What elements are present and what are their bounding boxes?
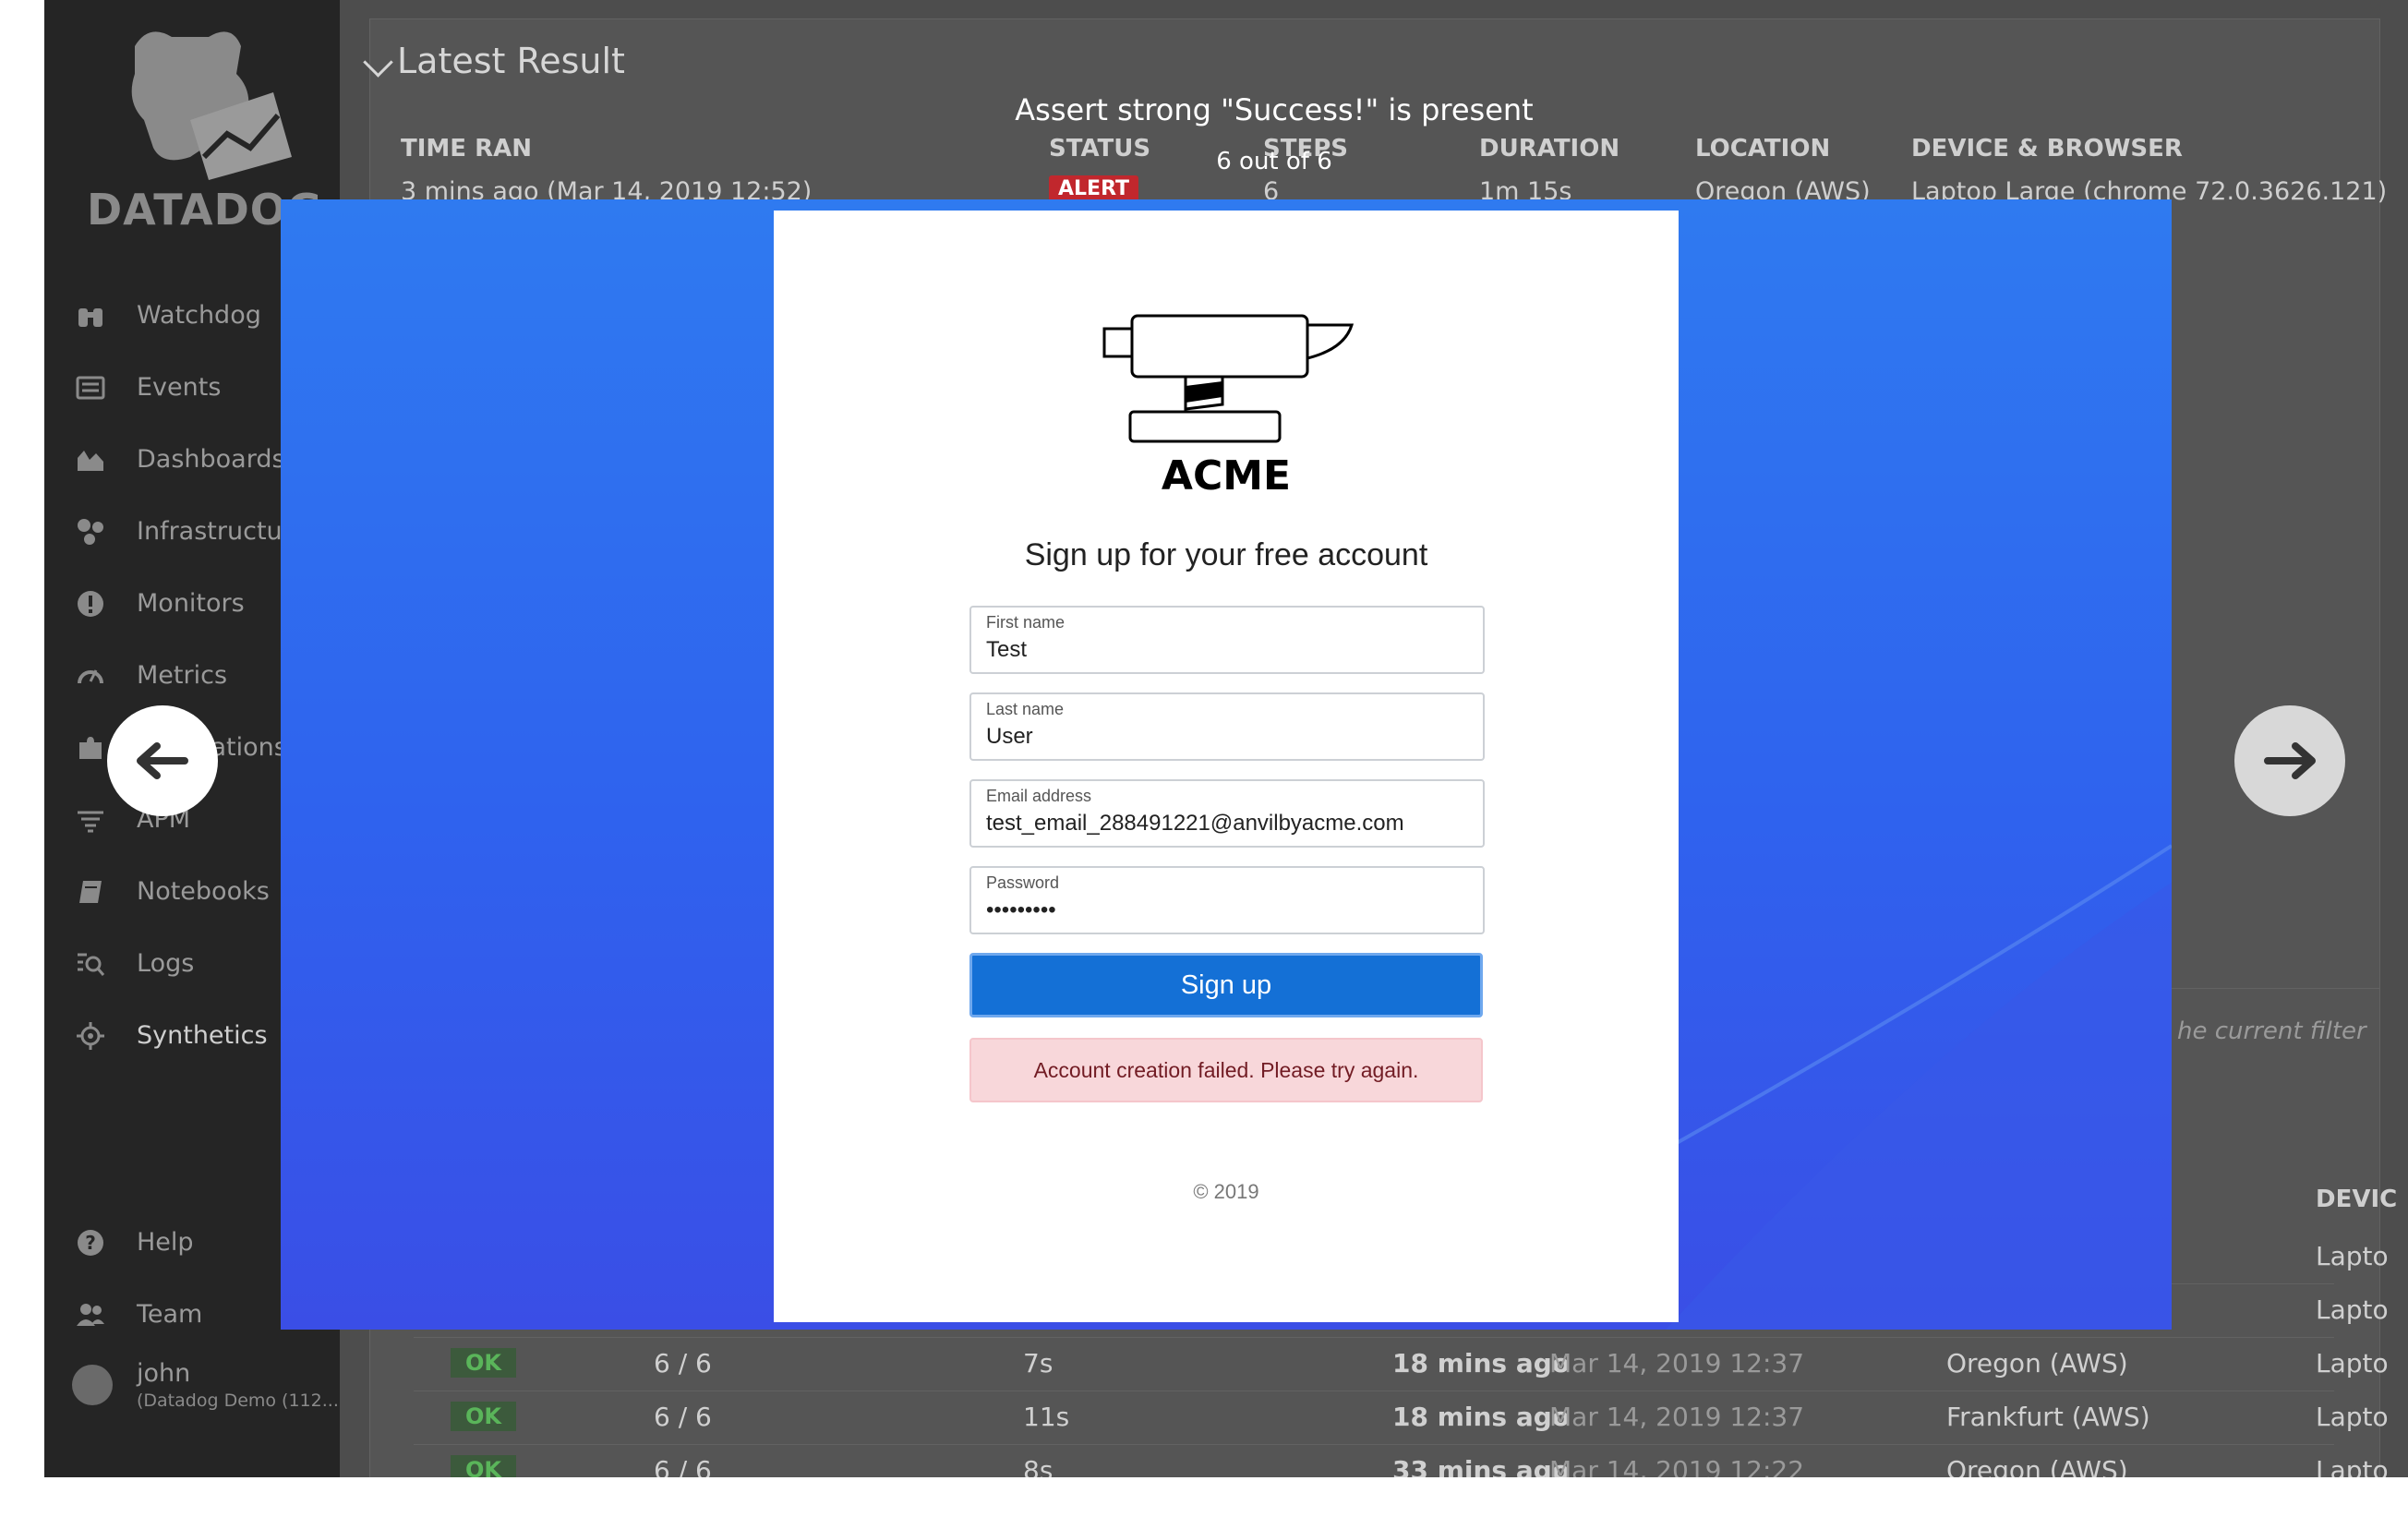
sidebar-item-label: Help: [137, 1228, 194, 1257]
cell-steps: 6 / 6: [654, 1402, 712, 1432]
header-location: LOCATION: [1695, 135, 1831, 163]
sidebar-item-label: Events: [137, 373, 222, 402]
user-org: (Datadog Demo (112...: [137, 1391, 339, 1411]
cell-steps: 6 / 6: [654, 1348, 712, 1379]
email-field[interactable]: Email address test_email_288491221@anvil…: [969, 779, 1485, 848]
field-value[interactable]: •••••••••: [986, 897, 1056, 923]
sidebar-item-label: Monitors: [137, 589, 245, 618]
cell-device: Lapto: [2316, 1348, 2389, 1379]
binoculars-icon: [78, 308, 102, 327]
gauge-icon: [78, 669, 103, 684]
cell-device: Lapto: [2316, 1402, 2389, 1432]
user-name: john: [137, 1359, 191, 1388]
table-row[interactable]: OK 6 / 6 11s 18 mins ago Mar 14, 2019 12…: [414, 1391, 2389, 1445]
first-name-field[interactable]: First name Test: [969, 606, 1485, 674]
cell-location: Oregon (AWS): [1946, 1455, 2128, 1477]
header-device: DEVICE & BROWSER: [1911, 135, 2183, 163]
status-badge: OK: [451, 1402, 516, 1431]
filter-lines-icon: [78, 811, 103, 833]
status-badge: OK: [451, 1455, 516, 1477]
field-label: First name: [986, 613, 1066, 632]
cell-duration: 7s: [1023, 1348, 1054, 1379]
sidebar-item-label: Dashboards: [137, 445, 285, 474]
field-label: Email address: [986, 787, 1092, 805]
header-time-ran: TIME RAN: [401, 135, 532, 163]
step-screenshot: ACME Sign up for your free account First…: [281, 199, 2172, 1330]
signup-headline: Sign up for your free account: [1024, 537, 1428, 572]
field-value[interactable]: User: [986, 724, 1033, 750]
acme-brand: ACME: [1161, 452, 1292, 500]
table-row[interactable]: OK 6 / 6 8s 33 mins ago Mar 14, 2019 12:…: [414, 1444, 2389, 1477]
cell-device: Lapto: [2316, 1455, 2389, 1477]
table-row[interactable]: OK 6 / 6 7s 18 mins ago Mar 14, 2019 12:…: [414, 1337, 2389, 1391]
arrow-right-icon: [2264, 742, 2316, 779]
status-badge: OK: [451, 1348, 516, 1378]
status-badge: ALERT: [1049, 175, 1139, 202]
next-step-button[interactable]: [2234, 705, 2345, 816]
sign-up-button[interactable]: Sign up: [969, 953, 1483, 1017]
previous-step-button[interactable]: [107, 705, 218, 816]
cell-location: Oregon (AWS): [1946, 1348, 2128, 1379]
copyright: © 2019: [1193, 1180, 1259, 1203]
header-duration: DURATION: [1479, 135, 1620, 163]
filter-note: he current filter: [2177, 1017, 2366, 1045]
arrow-left-icon: [137, 742, 188, 779]
puzzle-icon: [79, 737, 102, 759]
help-icon: ?: [78, 1230, 103, 1256]
sidebar-item-label: Logs: [137, 949, 195, 978]
sidebar-item-label: Team: [137, 1300, 203, 1329]
history-header-device: DEVIC: [2316, 1186, 2398, 1213]
cell-location: Frankfurt (AWS): [1946, 1402, 2150, 1432]
cell-ago: 18 mins ago: [1392, 1402, 1571, 1432]
cell-date: Mar 14, 2019 12:37: [1549, 1348, 1805, 1379]
cell-duration: 11s: [1023, 1402, 1070, 1432]
synthetics-icon: [77, 1022, 104, 1050]
cell-ago: 33 mins ago: [1392, 1455, 1571, 1477]
password-field[interactable]: Password •••••••••: [969, 866, 1485, 934]
alert-circle-icon: [78, 591, 103, 617]
modal-step-title: Assert strong "Success!" is present: [1015, 92, 1534, 127]
cell-ago: 18 mins ago: [1392, 1348, 1571, 1379]
sidebar-item-label: Metrics: [137, 661, 228, 690]
logs-search-icon: [78, 953, 105, 976]
sidebar-item-label: Synthetics: [137, 1021, 268, 1050]
svg-text:?: ?: [85, 1232, 96, 1254]
notebook-icon: [79, 881, 102, 903]
list-icon: [76, 376, 105, 400]
cell-steps: 6 / 6: [654, 1455, 712, 1477]
sidebar-item-label: Notebooks: [137, 877, 270, 906]
anvil-logo-icon: [1102, 314, 1354, 443]
signup-card: ACME Sign up for your free account First…: [774, 211, 1679, 1322]
error-message: Account creation failed. Please try agai…: [969, 1038, 1483, 1102]
field-label: Last name: [986, 700, 1065, 718]
hexagons-icon: [78, 519, 103, 545]
field-label: Password: [986, 873, 1060, 892]
area-chart-icon: [78, 451, 103, 471]
team-icon: [77, 1304, 104, 1326]
field-value[interactable]: Test: [986, 637, 1027, 663]
avatar[interactable]: [72, 1365, 113, 1405]
latest-result-title: Latest Result: [397, 41, 625, 81]
modal-step-counter: 6 out of 6: [1216, 148, 1332, 175]
cell-device: Lapto: [2316, 1241, 2389, 1271]
cell-date: Mar 14, 2019 12:37: [1549, 1402, 1805, 1432]
cell-duration: 8s: [1023, 1455, 1054, 1477]
app-frame: DATADOG Watchdog Events Dashboards Infra…: [44, 0, 2408, 1477]
field-value[interactable]: test_email_288491221@anvilbyacme.com: [986, 811, 1404, 837]
sidebar-item-label: Watchdog: [137, 301, 261, 330]
last-name-field[interactable]: Last name User: [969, 692, 1485, 761]
cell-device: Lapto: [2316, 1294, 2389, 1325]
cell-date: Mar 14, 2019 12:22: [1549, 1455, 1805, 1477]
